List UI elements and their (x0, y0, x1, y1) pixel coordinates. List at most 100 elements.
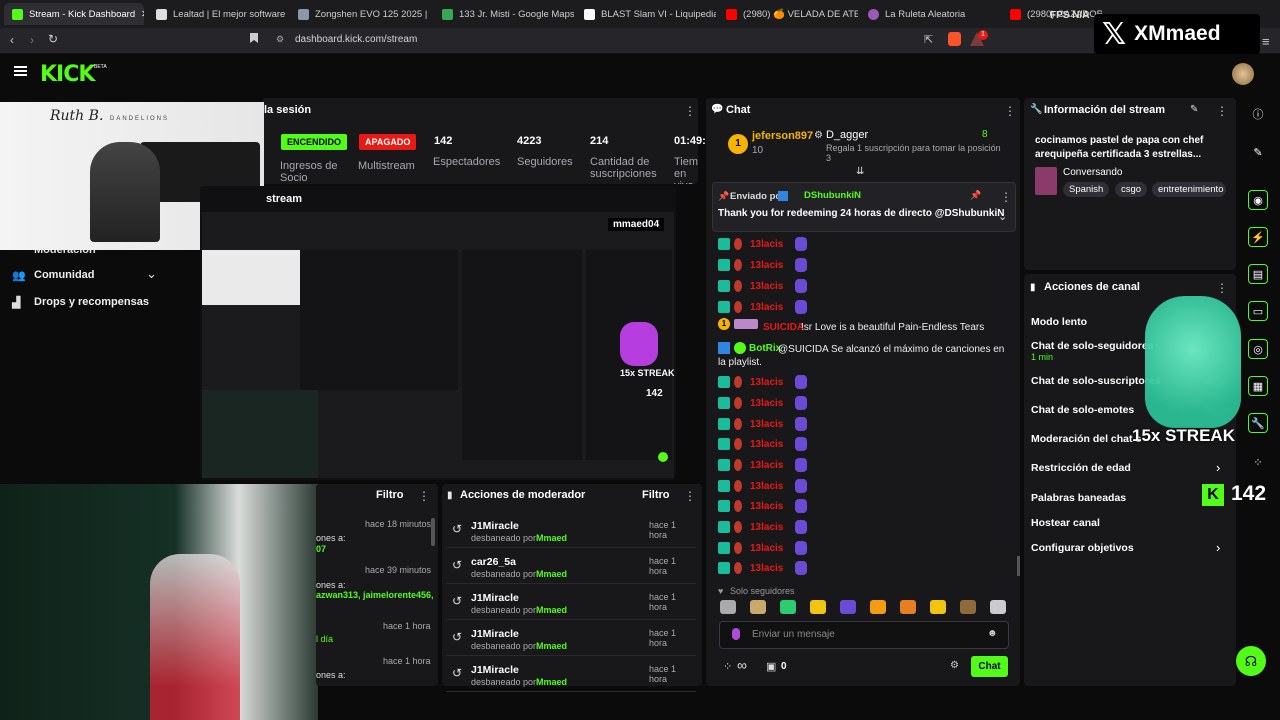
chat-username[interactable]: 13lacis (750, 398, 783, 409)
wrench-tool-icon[interactable]: 🔧 (1248, 413, 1268, 433)
emoji-icon[interactable]: ☻ (987, 628, 998, 639)
edit-icon[interactable]: ✎ (1190, 104, 1198, 115)
close-icon[interactable]: ✕ (141, 9, 144, 20)
support-headset-icon[interactable]: ☊ (1236, 646, 1266, 676)
expand-leaderboard-icon[interactable]: ⇊ (856, 166, 864, 177)
site-info-icon[interactable]: ⚙ (276, 34, 284, 45)
kick-logo[interactable]: KICK (40, 62, 95, 87)
chat-username[interactable]: 13lacis (750, 543, 783, 554)
chat-settings-icon[interactable]: ⚙ (950, 660, 959, 671)
status-off-badge[interactable]: APAGADO (359, 134, 417, 150)
chat-username[interactable]: 13lacis (750, 460, 783, 471)
lightning-icon[interactable]: ⚡ (1248, 227, 1268, 247)
chat-username[interactable]: 13lacis (750, 563, 783, 574)
chevron-right-icon[interactable]: › (1216, 460, 1220, 475)
status-on-badge[interactable]: ENCENDIDO (281, 134, 348, 150)
chat-username[interactable]: 13lacis (750, 419, 783, 430)
chat-username[interactable]: 13lacis (750, 302, 783, 313)
layout-icon[interactable]: ▦ (1248, 376, 1268, 396)
reload-icon[interactable]: ↻ (48, 32, 58, 46)
pin-icon[interactable]: 📌 (970, 190, 981, 201)
emote-icon[interactable] (840, 600, 856, 614)
more-options-icon[interactable]: ⋮ (1004, 104, 1016, 118)
broadcast-icon[interactable]: ◎ (1248, 339, 1268, 359)
info-icon[interactable]: ⓘ (1248, 104, 1268, 124)
tab-lealtad[interactable]: Lealtad | El mejor software para (148, 3, 288, 25)
host-channel-item[interactable]: Hostear canal (1031, 517, 1100, 529)
mod-target-user[interactable]: J1Miracle (471, 592, 519, 604)
top-gifter-name[interactable]: jeferson897 (752, 130, 813, 142)
chat-bubble-icon[interactable]: ▭ (1248, 301, 1268, 321)
age-restriction-item[interactable]: Restricción de edad (1031, 462, 1131, 474)
send-chat-button[interactable]: Chat (971, 656, 1008, 677)
activity-scrollbar[interactable] (431, 518, 435, 546)
more-options-icon[interactable]: ⋮ (684, 104, 696, 118)
share-icon[interactable]: ⇱ (924, 33, 933, 46)
tag-chip[interactable]: entretenimiento (1152, 182, 1226, 197)
chat-username[interactable]: 13lacis (750, 501, 783, 512)
emote-icon[interactable] (900, 600, 916, 614)
subs-only-toggle-label[interactable]: Chat de solo-suscriptores (1031, 375, 1161, 387)
chat-username[interactable]: 13lacis (750, 377, 783, 388)
tab-maps[interactable]: 133 Jr. Misti - Google Maps (434, 3, 574, 25)
mod-target-user[interactable]: J1Miracle (471, 664, 519, 676)
community-tool-icon[interactable]: ⁘ (1248, 452, 1268, 472)
tag-chip[interactable]: Spanish (1063, 182, 1110, 197)
configure-goals-item[interactable]: Configurar objetivos (1031, 542, 1134, 554)
chevron-down-icon[interactable]: ⌄ (998, 210, 1007, 223)
more-options-icon[interactable]: ⋮ (684, 489, 696, 503)
activity-filter-button[interactable]: Filtro (376, 489, 404, 501)
emote-icon[interactable] (870, 600, 886, 614)
hamburger-menu-icon[interactable] (14, 66, 27, 76)
sidebar-item-drops[interactable]: Drops y recompensas (34, 296, 149, 308)
sub-leader-name[interactable]: D_agger (826, 129, 868, 141)
chat-username[interactable]: 13lacis (750, 260, 783, 271)
chevron-down-icon[interactable]: ⌄ (146, 266, 157, 282)
emote-icon[interactable] (930, 600, 946, 614)
mod-action-by[interactable]: Mmaed (536, 677, 567, 687)
banned-words-item[interactable]: Palabras baneadas (1031, 492, 1126, 504)
tab-kick-dashboard[interactable]: Stream - Kick Dashboard✕ (4, 3, 144, 25)
mod-action-by[interactable]: Mmaed (536, 605, 567, 615)
more-options-icon[interactable]: ⋮ (1216, 104, 1228, 118)
tag-chip[interactable]: csgo (1115, 182, 1148, 197)
brave-shield-icon[interactable] (948, 32, 961, 46)
forward-icon[interactable]: › (30, 33, 34, 47)
url-text[interactable]: dashboard.kick.com/stream (295, 34, 417, 45)
chat-username[interactable]: 13lacis (750, 281, 783, 292)
chat-username[interactable]: 13lacis (750, 439, 783, 450)
emote-icon[interactable] (990, 600, 1006, 614)
sidebar-item-community[interactable]: Comunidad (34, 269, 95, 281)
mod-target-user[interactable]: J1Miracle (471, 628, 519, 640)
chevron-right-icon[interactable]: › (1216, 540, 1220, 555)
category-name[interactable]: Conversando (1063, 167, 1122, 178)
mod-action-by[interactable]: Mmaed (536, 641, 567, 651)
emote-icon[interactable] (960, 600, 976, 614)
microphone-icon[interactable] (732, 628, 740, 640)
avatar[interactable] (1232, 63, 1254, 85)
pinned-sender[interactable]: DShubunkiN (804, 190, 861, 201)
pencil-icon[interactable]: ✎ (1248, 142, 1268, 162)
more-options-icon[interactable]: ⋮ (1000, 190, 1012, 204)
mod-target-user[interactable]: J1Miracle (471, 520, 519, 532)
points-icon[interactable]: ⁘ (723, 660, 732, 673)
emote-icon[interactable] (750, 600, 766, 614)
camera-tool-icon[interactable]: ◉ (1248, 190, 1268, 210)
emote-icon[interactable] (810, 600, 826, 614)
chat-username[interactable]: SUICIDA (763, 322, 804, 333)
followers-only-toggle-label[interactable]: Chat de solo-seguidores (1031, 340, 1154, 352)
clipboard-icon[interactable]: ▤ (1248, 264, 1268, 284)
emotes-only-toggle-label[interactable]: Chat de solo-emotes (1031, 404, 1134, 416)
tab-youtube-velada[interactable]: (2980) 🍊 VELADA DE ATE: ¡AR (718, 3, 858, 25)
back-icon[interactable]: ‹ (10, 33, 14, 47)
tab-liquipedia[interactable]: BLAST Slam VI - Liquipedia Do (576, 3, 716, 25)
more-options-icon[interactable]: ⋮ (1216, 281, 1228, 295)
mod-target-user[interactable]: car26_5a (471, 556, 516, 568)
mod-actions-filter-button[interactable]: Filtro (642, 489, 670, 501)
chat-username[interactable]: 13lacis (750, 481, 783, 492)
chat-scrollbar[interactable] (1017, 556, 1020, 576)
chat-username[interactable]: 13lacis (750, 522, 783, 533)
mod-action-by[interactable]: Mmaed (536, 569, 567, 579)
chat-username[interactable]: 13lacis (750, 239, 783, 250)
emote-icon[interactable] (780, 600, 796, 614)
